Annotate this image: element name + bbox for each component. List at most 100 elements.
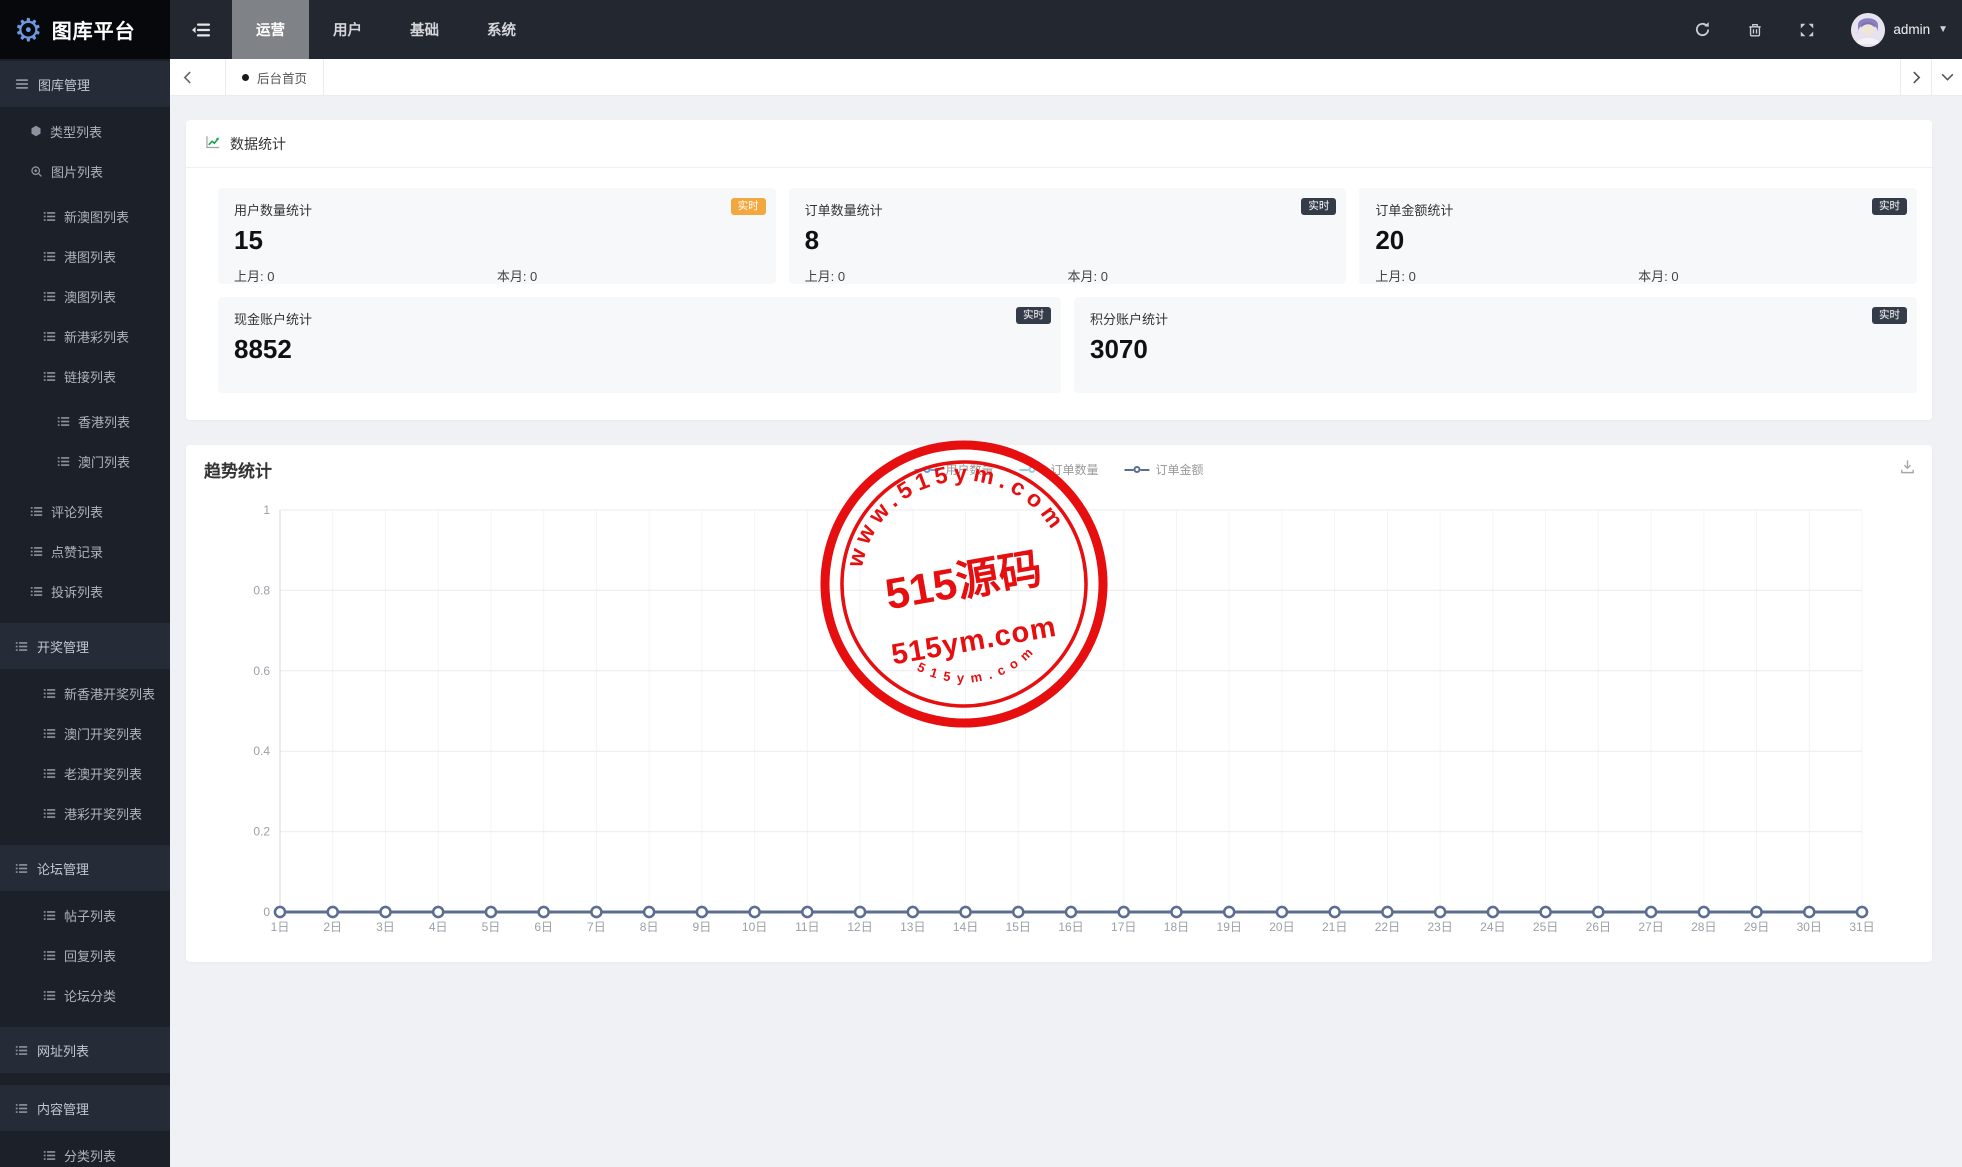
svg-text:20日: 20日: [1269, 920, 1294, 934]
realtime-badge: 实时: [1872, 307, 1907, 324]
trend-panel: 趋势统计 用户数量 订单数量 订单金额 0 0.2 0.4 0.6 0.8 1 1日 2日 3日 4日…: [186, 445, 1932, 962]
stats-panel-title: 数据统计: [230, 135, 286, 152]
page-tab-home[interactable]: 后台首页: [225, 59, 325, 95]
sidebar-item-老澳开奖列表[interactable]: 老澳开奖列表: [0, 753, 170, 793]
zoom-icon: [30, 165, 43, 178]
refresh-icon[interactable]: [1694, 21, 1711, 38]
svg-text:9日: 9日: [693, 920, 712, 934]
sidebar-collapse-icon[interactable]: [192, 23, 210, 37]
sidebar-item-label: 类型列表: [50, 124, 103, 140]
stat-card: 积分账户统计 实时 3070: [1074, 297, 1917, 393]
legend-item-订单金额[interactable]: 订单金额: [1124, 461, 1204, 478]
list-icon: [43, 807, 56, 820]
sidebar-item-澳门开奖列表[interactable]: 澳门开奖列表: [0, 713, 170, 753]
sidebar-item-链接列表[interactable]: 链接列表: [0, 356, 170, 396]
legend-label: 订单金额: [1155, 463, 1204, 477]
legend-item-用户数量[interactable]: 用户数量: [914, 461, 993, 478]
list-icon: [43, 210, 56, 223]
list-icon: [30, 505, 43, 518]
list-icon: [43, 370, 56, 383]
nav-tab-系统[interactable]: 系统: [463, 0, 540, 59]
sidebar-item-label: 港图列表: [64, 249, 117, 265]
svg-text:19日: 19日: [1217, 920, 1242, 934]
stat-footer-item: 本月: 0: [1638, 269, 1679, 284]
svg-text:10日: 10日: [742, 920, 767, 934]
sidebar-item-论坛分类[interactable]: 论坛分类: [0, 975, 170, 1015]
list-icon: [15, 862, 28, 875]
stat-card-value: 15: [234, 225, 263, 255]
trash-icon[interactable]: [1747, 22, 1763, 38]
list-icon: [43, 1149, 56, 1162]
chevron-right-icon[interactable]: [1900, 59, 1931, 95]
sidebar-item-港彩开奖列表[interactable]: 港彩开奖列表: [0, 793, 170, 833]
stat-card-title: 用户数量统计: [234, 203, 313, 218]
sidebar-item-label: 新香港开奖列表: [64, 686, 156, 702]
svg-text:25日: 25日: [1533, 920, 1558, 934]
list-icon: [57, 455, 70, 468]
stat-footer-item: 上月: 0: [1375, 269, 1416, 284]
fullscreen-icon[interactable]: [1799, 22, 1815, 38]
sidebar-item-澳门列表[interactable]: 澳门列表: [0, 441, 170, 481]
tab-dropdown-icon[interactable]: [1931, 59, 1962, 95]
nav-tab-用户[interactable]: 用户: [309, 0, 386, 59]
svg-text:0.2: 0.2: [253, 825, 270, 839]
list-icon: [43, 290, 56, 303]
sidebar-item-回复列表[interactable]: 回复列表: [0, 935, 170, 975]
svg-text:21日: 21日: [1322, 920, 1347, 934]
sidebar-item-label: 链接列表: [64, 369, 117, 385]
sidebar-item-label: 论坛分类: [64, 988, 117, 1004]
main-content: 数据统计 用户数量统计 实时 15 上月: 0 本月: 0 订单数量统计 实时 8 上月: 0本…: [170, 96, 1962, 1167]
legend-line: [914, 468, 924, 471]
list-icon: [43, 949, 56, 962]
svg-text:11日: 11日: [795, 920, 819, 934]
sidebar-item-投诉列表[interactable]: 投诉列表: [0, 571, 170, 611]
list-icon: [43, 989, 56, 1002]
stat-card-value: 8852: [234, 334, 292, 364]
svg-text:23日: 23日: [1427, 920, 1452, 934]
svg-text:8日: 8日: [640, 920, 659, 934]
nav-tab-基础[interactable]: 基础: [386, 0, 463, 59]
legend-line: [1019, 468, 1029, 471]
realtime-badge: 实时: [1016, 307, 1051, 324]
sidebar-item-香港列表[interactable]: 香港列表: [0, 401, 170, 441]
series-订单金额: [273, 905, 1869, 919]
sidebar-item-新澳图列表[interactable]: 新澳图列表: [0, 196, 170, 236]
list-icon: [57, 415, 70, 428]
tab-actions: [1900, 59, 1962, 95]
list-icon: [15, 1102, 28, 1115]
sidebar-item-开奖管理[interactable]: 开奖管理: [0, 623, 170, 669]
stat-card-title: 订单金额统计: [1375, 203, 1454, 218]
svg-text:13日: 13日: [900, 920, 925, 934]
legend-line: [1140, 468, 1150, 471]
user-menu[interactable]: admin ▼: [1851, 12, 1948, 47]
stats-panel: 数据统计 用户数量统计 实时 15 上月: 0 本月: 0 订单数量统计 实时 8 上月: 0本…: [186, 120, 1932, 420]
sidebar-item-内容管理[interactable]: 内容管理: [0, 1085, 170, 1131]
sidebar-item-澳图列表[interactable]: 澳图列表: [0, 276, 170, 316]
realtime-badge: 实时: [1872, 198, 1908, 215]
sidebar-item-label: 分类列表: [64, 1148, 117, 1164]
sidebar-item-帖子列表[interactable]: 帖子列表: [0, 895, 170, 935]
sidebar-item-类型列表[interactable]: 类型列表: [0, 111, 170, 151]
svg-text:7日: 7日: [587, 920, 606, 934]
sidebar-item-论坛管理[interactable]: 论坛管理: [0, 845, 170, 891]
legend-item-订单数量[interactable]: 订单数量: [1019, 461, 1099, 478]
stat-card-title: 订单数量统计: [804, 203, 883, 218]
sidebar-item-网址列表[interactable]: 网址列表: [0, 1027, 170, 1073]
chevron-left-icon[interactable]: [170, 59, 205, 95]
sidebar-item-新香港开奖列表[interactable]: 新香港开奖列表: [0, 673, 170, 713]
svg-text:1: 1: [263, 503, 270, 517]
stat-card: 现金账户统计 实时 8852: [218, 297, 1061, 393]
sidebar-item-图库管理[interactable]: 图库管理: [0, 61, 170, 107]
svg-text:24日: 24日: [1480, 920, 1505, 934]
sidebar-item-label: 网址列表: [37, 1043, 90, 1059]
sidebar-item-点赞记录[interactable]: 点赞记录: [0, 531, 170, 571]
sidebar-item-港图列表[interactable]: 港图列表: [0, 236, 170, 276]
sidebar-item-label: 澳图列表: [64, 289, 117, 305]
sidebar-item-新港彩列表[interactable]: 新港彩列表: [0, 316, 170, 356]
nav-tab-运营[interactable]: 运营: [232, 0, 309, 59]
sidebar-item-评论列表[interactable]: 评论列表: [0, 491, 170, 531]
sidebar-item-分类列表[interactable]: 分类列表: [0, 1135, 170, 1167]
list-icon: [15, 1044, 28, 1057]
sidebar-item-图片列表[interactable]: 图片列表: [0, 151, 170, 191]
svg-text:27日: 27日: [1638, 920, 1663, 934]
